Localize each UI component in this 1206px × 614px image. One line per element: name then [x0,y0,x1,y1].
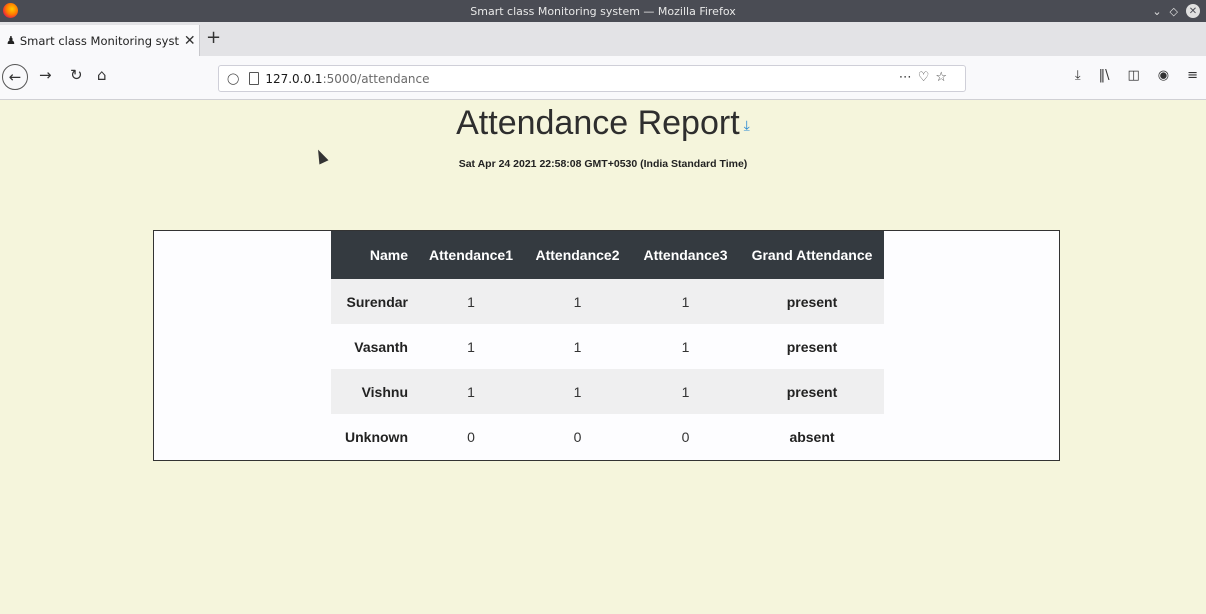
download-icon[interactable]: ⤓ [744,117,750,133]
page-title: Attendance Report ⤓ [0,104,1206,143]
cell-attendance1: 1 [418,369,524,414]
header-name: Name [331,231,418,279]
cell-name: Surendar [331,279,418,324]
table-row: Vasanth 1 1 1 present [331,324,884,369]
header-grand-attendance: Grand Attendance [740,231,884,279]
minimize-icon[interactable]: ⌄ [1152,5,1161,18]
tab-label: Smart class Monitoring syst [19,33,179,48]
more-actions-icon[interactable]: ⋯ [899,70,918,85]
toolbar-right: ⤓ ‖\ ◫ ◉ ≡ [1075,68,1206,83]
person-icon: ♟ [6,34,16,47]
cell-grand-attendance: absent [789,428,835,445]
attendance-table: Name Attendance1 Attendance2 Attendance3… [331,231,884,459]
cell-attendance2: 1 [524,369,631,414]
page-title-text: Attendance Report [456,104,740,142]
sidebar-icon[interactable]: ◫ [1127,68,1139,83]
cell-attendance2: 0 [573,428,582,445]
menu-icon[interactable]: ≡ [1187,68,1198,83]
cell-attendance1: 0 [467,428,475,445]
window-controls: ⌄ ◇ ✕ [1152,0,1200,22]
shield-icon[interactable]: ◯ [227,72,239,85]
firefox-logo-icon [3,3,18,18]
table-row: Surendar 1 1 1 present [331,279,884,324]
report-datetime: Sat Apr 24 2021 22:58:08 GMT+0530 (India… [458,158,748,170]
address-bar[interactable]: ◯ 127.0.0.1:5000/attendance ⋯♡☆ [218,65,966,92]
table-row: Vishnu 1 1 1 present [331,369,884,414]
cell-attendance3: 0 [681,428,690,445]
cell-grand-attendance: present [786,338,838,355]
window-title: Smart class Monitoring system — Mozilla … [470,4,736,18]
tab-close-icon[interactable]: ✕ [184,33,196,49]
navigation-bar: ← → ↻ ⌂ ◯ 127.0.0.1:5000/attendance ⋯♡☆ … [0,56,1206,100]
home-icon[interactable]: ⌂ [97,66,107,84]
header-attendance2: Attendance2 [524,231,631,279]
back-arrow-icon[interactable]: ← [2,64,28,90]
cell-attendance3: 1 [631,279,740,324]
bookmark-star-icon[interactable]: ☆ [935,70,953,85]
cell-attendance1: 1 [467,338,475,355]
pocket-icon[interactable]: ♡ [918,70,936,85]
close-window-icon[interactable]: ✕ [1186,4,1200,18]
cell-name: Unknown [345,428,408,445]
url-host: 127.0.0.1 [265,71,323,86]
maximize-icon[interactable]: ◇ [1170,5,1178,18]
page-content: Attendance Report ⤓ Sat Apr 24 2021 22:58… [0,100,1206,614]
header-attendance1: Attendance1 [418,231,524,279]
cell-attendance3: 1 [631,369,740,414]
table-row: Unknown 0 0 0 absent [331,414,884,459]
tab-bar: ♟ Smart class Monitoring syst ✕ + [0,22,1206,56]
library-icon[interactable]: ‖\ [1099,68,1110,83]
table-header-row: Name Attendance1 Attendance2 Attendance3… [331,231,884,279]
cell-attendance1: 1 [418,279,524,324]
downloads-icon[interactable]: ⤓ [1075,68,1081,83]
cell-grand-attendance: present [740,369,884,414]
window-titlebar: Smart class Monitoring system — Mozilla … [0,0,1206,22]
cell-name: Vasanth [354,338,408,355]
attendance-table-card: Name Attendance1 Attendance2 Attendance3… [153,230,1060,461]
cell-attendance2: 1 [524,279,631,324]
reload-icon[interactable]: ↻ [70,66,83,84]
page-info-icon[interactable] [249,72,260,85]
cell-attendance3: 1 [681,338,690,355]
forward-arrow-icon[interactable]: → [39,66,52,84]
cell-grand-attendance: present [740,279,884,324]
cell-name: Vishnu [331,369,418,414]
header-attendance3: Attendance3 [631,231,740,279]
tab-attendance[interactable]: ♟ Smart class Monitoring syst ✕ [0,25,200,56]
page-actions: ⋯♡☆ [899,70,953,85]
account-icon[interactable]: ◉ [1158,68,1169,83]
url-path: :5000/attendance [322,71,430,86]
new-tab-icon[interactable]: + [206,27,221,48]
cell-attendance2: 1 [573,338,582,355]
